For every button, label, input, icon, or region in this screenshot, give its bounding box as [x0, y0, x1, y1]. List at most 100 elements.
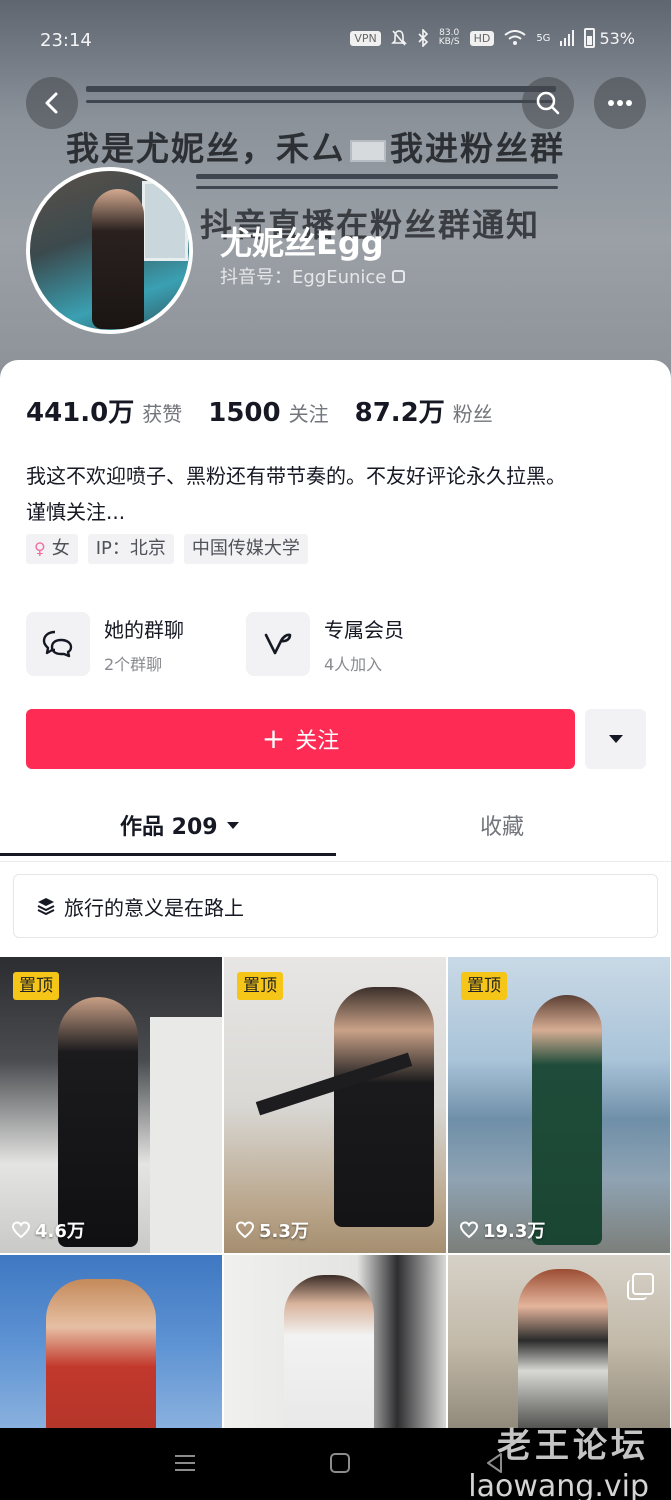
video-thumbnail[interactable]: [0, 1255, 222, 1435]
video-thumbnail[interactable]: [448, 1255, 670, 1435]
thumbnail-figure: [284, 1275, 374, 1435]
more-button[interactable]: [594, 77, 646, 129]
wifi-icon: [504, 30, 526, 45]
membership-title: 专属会员: [324, 617, 404, 642]
caret-down-icon: [226, 821, 239, 829]
search-icon: [536, 91, 560, 115]
bluetooth-icon: [418, 29, 428, 47]
profile-tags: ♀ 女 IP：北京 中国传媒大学: [26, 534, 308, 564]
watermark-title: 老王论坛: [497, 1426, 649, 1466]
envelope-icon: [350, 139, 386, 162]
banner-text-left: 我是尤妮丝，禾厶: [66, 129, 346, 168]
pinned-badge: 置顶: [461, 972, 507, 1000]
stat-following-value: 1500: [208, 398, 281, 428]
signal-icon: [560, 30, 575, 46]
membership-icon: [246, 612, 310, 676]
video-thumbnail[interactable]: [224, 1255, 446, 1435]
battery-level: 53%: [599, 28, 635, 48]
membership-entry[interactable]: 专属会员 4人加入: [246, 612, 404, 676]
video-likes: 19.3万: [459, 1217, 545, 1243]
school-tag[interactable]: 中国传媒大学: [183, 534, 308, 564]
tab-favorites[interactable]: 收藏: [480, 809, 524, 841]
banner-stripe: [86, 100, 556, 103]
status-bar: 23:14 VPN 83.0 KB/S HD 5G 53%: [0, 0, 671, 80]
content-tabs: 作品 209 收藏: [0, 795, 671, 859]
heart-icon: [235, 1221, 255, 1239]
video-thumbnail[interactable]: 置顶 5.3万: [224, 957, 446, 1253]
status-icons: VPN 83.0 KB/S HD 5G 53%: [350, 28, 635, 48]
avatar[interactable]: [26, 167, 193, 334]
group-chat-title: 她的群聊: [104, 617, 184, 642]
tab-works-label: 作品 209: [120, 815, 218, 840]
chevron-left-icon: [45, 92, 58, 114]
divider: [0, 861, 671, 862]
female-icon: ♀: [34, 539, 46, 558]
layers-icon: [37, 898, 55, 916]
home-icon[interactable]: [329, 1452, 351, 1474]
video-likes: 4.6万: [11, 1217, 85, 1243]
group-chat-entry[interactable]: 她的群聊 2个群聊: [26, 612, 184, 676]
heart-icon: [11, 1221, 31, 1239]
douyin-id-text: 抖音号：EggEunice: [220, 267, 387, 288]
banner-text-line1: 我是尤妮丝，禾厶 我进粉丝群: [66, 122, 565, 170]
stat-followers-value: 87.2万: [354, 398, 445, 428]
thumbnail-wall: [150, 1017, 222, 1253]
group-chat-subtitle: 2个群聊: [104, 654, 163, 674]
stat-following[interactable]: 1500 关注: [208, 398, 328, 428]
group-chat-icon: [26, 612, 90, 676]
mute-icon: [390, 30, 407, 46]
copy-icon[interactable]: [392, 269, 406, 283]
follow-label: 关注: [295, 729, 340, 754]
stat-following-label: 关注: [288, 402, 329, 426]
network-speed: 83.0 KB/S: [439, 29, 460, 47]
stat-likes-value: 441.0万: [26, 398, 135, 428]
thumbnail-figure: [518, 1269, 608, 1435]
video-thumbnail[interactable]: 置顶 4.6万: [0, 957, 222, 1253]
stat-likes-label: 获赞: [142, 402, 183, 426]
profile-bio[interactable]: 我这不欢迎喷子、黑粉还有带节奏的。不友好评论永久拉黑。 谨慎关注...: [26, 458, 646, 530]
follow-button[interactable]: + 关注: [26, 709, 575, 769]
menu-icon[interactable]: [174, 1452, 196, 1474]
watermark: 老王论坛 laowang.vip: [468, 1418, 649, 1500]
hd-badge: HD: [469, 30, 495, 46]
back-button[interactable]: [26, 77, 78, 129]
thumbnail-figure: [58, 997, 138, 1247]
collection-entry[interactable]: 旅行的意义是在路上: [13, 874, 658, 938]
status-time: 23:14: [40, 30, 92, 51]
ip-tag: IP：北京: [87, 534, 174, 564]
plus-icon: +: [261, 722, 286, 755]
caret-down-icon: [608, 735, 623, 743]
douyin-id[interactable]: 抖音号：EggEunice: [220, 263, 406, 289]
bio-line: 谨慎关注...: [26, 500, 126, 524]
likes-count: 4.6万: [35, 1221, 85, 1242]
active-tab-indicator: [0, 853, 336, 856]
pinned-badge: 置顶: [237, 972, 283, 1000]
gender-tag: ♀ 女: [26, 534, 78, 564]
video-thumbnail[interactable]: 置顶 19.3万: [448, 957, 670, 1253]
search-button[interactable]: [522, 77, 574, 129]
network-speed-unit: KB/S: [438, 37, 460, 47]
banner-stripe: [86, 86, 556, 92]
banner-text-right: 我进粉丝群: [390, 129, 565, 168]
multi-image-icon: [627, 1273, 654, 1300]
vpn-badge: VPN: [350, 30, 381, 46]
thumbnail-figure: [532, 995, 602, 1245]
bio-line: 我这不欢迎喷子、黑粉还有带节奏的。不友好评论永久拉黑。: [26, 464, 566, 488]
stat-followers-label: 粉丝: [452, 402, 493, 426]
stat-followers[interactable]: 87.2万 粉丝: [355, 392, 493, 429]
watermark-url: laowang.vip: [468, 1469, 649, 1500]
profile-page: 我是尤妮丝，禾厶 我进粉丝群 抖音直播在粉丝群通知 23:14 VPN 83.0 K…: [0, 0, 671, 1500]
signal-label: 5G: [536, 32, 551, 44]
battery-indicator: 53%: [584, 28, 635, 48]
avatar-figure: [92, 189, 144, 329]
recommend-dropdown-button[interactable]: [585, 709, 646, 769]
profile-name: 尤妮丝Egg: [220, 224, 384, 262]
pinned-badge: 置顶: [13, 972, 59, 1000]
gender-label: 女: [51, 538, 70, 559]
avatar-background: [142, 181, 188, 261]
video-likes: 5.3万: [235, 1217, 309, 1243]
likes-count: 19.3万: [483, 1221, 546, 1242]
banner-stripe: [196, 174, 558, 179]
stat-likes[interactable]: 441.0万 获赞: [26, 392, 182, 429]
tab-works[interactable]: 作品 209: [120, 809, 240, 841]
